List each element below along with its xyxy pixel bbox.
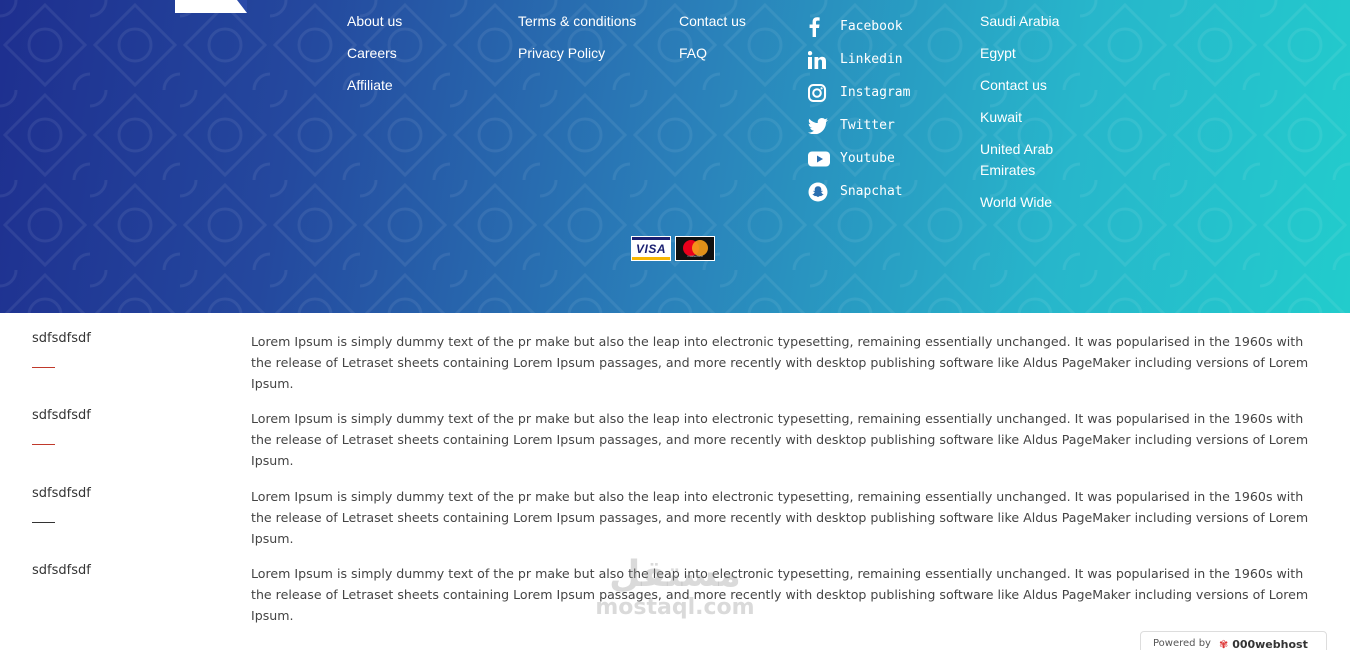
link-region-egypt[interactable]: Egypt — [980, 43, 1100, 64]
faq-question[interactable]: sdfsdfsdf — [32, 331, 91, 346]
site-footer: About us Careers Affiliate Terms & condi… — [0, 0, 1350, 313]
footer-social-links: Facebook Linkedin Instagram Twitter Yout… — [808, 10, 958, 208]
social-instagram-label: Instagram — [840, 85, 911, 100]
footer-pattern — [0, 0, 1350, 313]
faq-answer: Lorem Ipsum is simply dummy text of the … — [251, 566, 1309, 623]
powered-by-prefix: Powered by — [1153, 638, 1211, 649]
youtube-icon — [808, 149, 830, 169]
social-youtube[interactable]: Youtube — [808, 142, 958, 175]
link-region-uae[interactable]: United Arab Emirates — [980, 139, 1100, 181]
visa-logo: VISA — [631, 236, 671, 261]
social-facebook[interactable]: Facebook — [808, 10, 958, 43]
instagram-icon — [808, 83, 830, 103]
snapchat-icon — [808, 182, 830, 202]
payment-methods: VISA mastercard — [631, 236, 715, 261]
mastercard-text: mastercard — [687, 254, 703, 258]
link-about-us[interactable]: About us — [347, 11, 477, 32]
link-region-world-wide[interactable]: World Wide — [980, 192, 1100, 213]
link-affiliate[interactable]: Affiliate — [347, 75, 477, 96]
mostaql-watermark: مستقل mostaql.com — [595, 555, 755, 621]
powered-by-badge[interactable]: Powered by ✾ 000webhost — [1140, 631, 1327, 650]
footer-col-legal: Terms & conditions Privacy Policy — [518, 11, 638, 64]
faq-divider — [32, 522, 55, 523]
social-instagram[interactable]: Instagram — [808, 76, 958, 109]
link-careers[interactable]: Careers — [347, 43, 477, 64]
footer-col-regions: Saudi Arabia Egypt Contact us Kuwait Uni… — [980, 11, 1100, 213]
faq-answer: Lorem Ipsum is simply dummy text of the … — [251, 489, 1309, 546]
link-region-contact-us[interactable]: Contact us — [980, 75, 1100, 96]
link-region-kuwait[interactable]: Kuwait — [980, 107, 1100, 128]
footer-col-company: About us Careers Affiliate — [347, 11, 477, 96]
webhost-logo-icon: ✾ — [1218, 638, 1229, 650]
mastercard-logo: mastercard — [675, 236, 715, 261]
link-faq[interactable]: FAQ — [679, 43, 789, 64]
watermark-latin: mostaql.com — [595, 595, 755, 620]
faq-divider — [32, 444, 55, 445]
social-snapchat-label: Snapchat — [840, 184, 903, 199]
link-region-saudi-arabia[interactable]: Saudi Arabia — [980, 11, 1100, 32]
faq-question[interactable]: sdfsdfsdf — [32, 486, 91, 501]
facebook-icon — [808, 16, 830, 37]
linkedin-icon — [808, 50, 830, 70]
footer-col-support: Contact us FAQ — [679, 11, 789, 64]
faq-question[interactable]: sdfsdfsdf — [32, 408, 91, 423]
faq-question[interactable]: sdfsdfsdf — [32, 563, 91, 578]
twitter-icon — [808, 116, 830, 136]
faq-answer: Lorem Ipsum is simply dummy text of the … — [251, 411, 1309, 468]
powered-by-brand: 000webhost — [1232, 638, 1308, 650]
link-terms[interactable]: Terms & conditions — [518, 11, 638, 32]
link-privacy-policy[interactable]: Privacy Policy — [518, 43, 638, 64]
faq-answer: Lorem Ipsum is simply dummy text of the … — [251, 334, 1309, 391]
watermark-arabic: مستقل — [609, 554, 741, 595]
logo[interactable] — [175, 0, 247, 13]
social-twitter[interactable]: Twitter — [808, 109, 958, 142]
social-linkedin[interactable]: Linkedin — [808, 43, 958, 76]
social-facebook-label: Facebook — [840, 19, 903, 34]
social-youtube-label: Youtube — [840, 151, 895, 166]
link-contact-us[interactable]: Contact us — [679, 11, 789, 32]
social-linkedin-label: Linkedin — [840, 52, 903, 67]
faq-divider — [32, 367, 55, 368]
social-twitter-label: Twitter — [840, 118, 895, 133]
social-snapchat[interactable]: Snapchat — [808, 175, 958, 208]
